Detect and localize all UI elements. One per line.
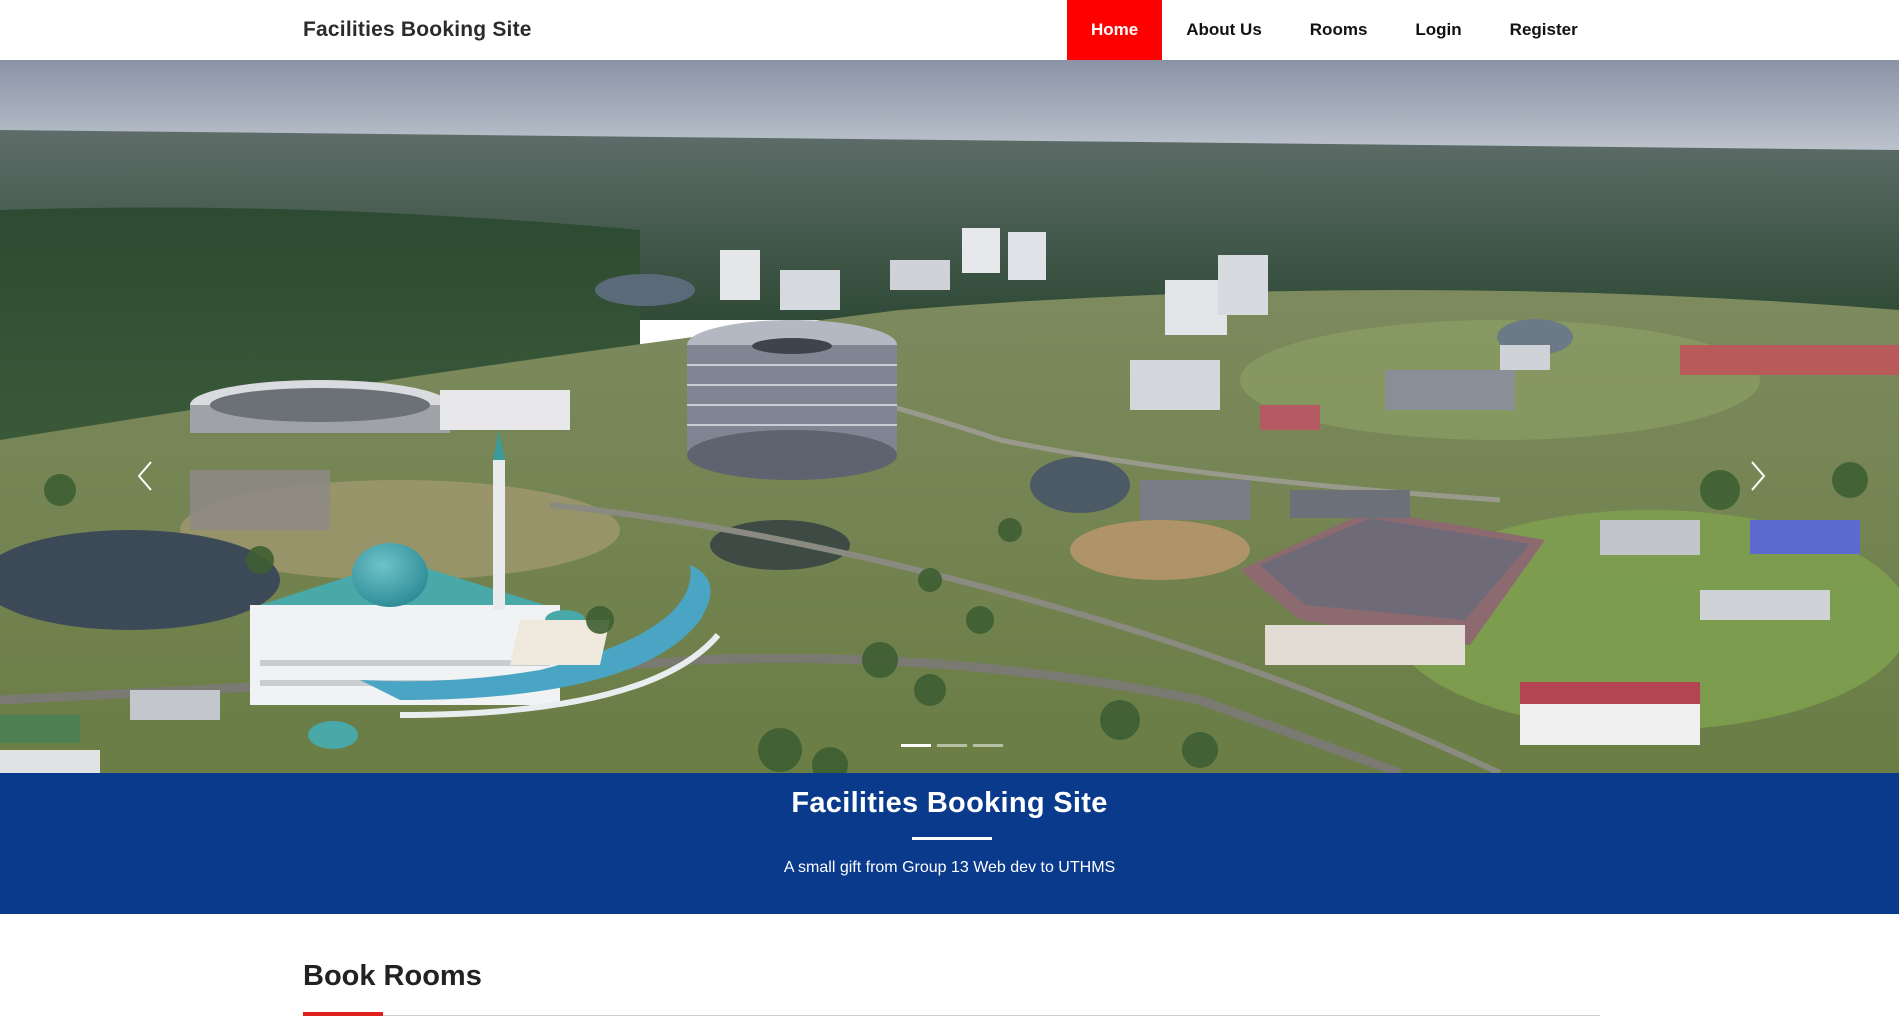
nav-item-register[interactable]: Register xyxy=(1486,0,1602,60)
carousel-indicator-2[interactable] xyxy=(936,744,967,747)
section-heading-book-rooms: Book Rooms xyxy=(303,960,482,992)
carousel-indicator-1[interactable] xyxy=(900,744,931,747)
hero-carousel xyxy=(0,60,1899,773)
chevron-right-icon xyxy=(1751,461,1766,491)
nav-item-about-us[interactable]: About Us xyxy=(1162,0,1286,60)
banner-divider xyxy=(912,837,992,840)
carousel-prev-button[interactable] xyxy=(125,450,165,502)
nav-item-home[interactable]: Home xyxy=(1067,0,1163,60)
nav-item-login[interactable]: Login xyxy=(1391,0,1485,60)
site-banner: Facilities Booking Site A small gift fro… xyxy=(0,773,1899,914)
banner-title: Facilities Booking Site xyxy=(791,787,1108,819)
nav-item-rooms[interactable]: Rooms xyxy=(1286,0,1392,60)
carousel-indicator-3[interactable] xyxy=(972,744,1003,747)
carousel-indicators xyxy=(0,744,1899,747)
section-accent-bar xyxy=(303,1012,383,1016)
section-divider xyxy=(303,1015,1600,1016)
banner-subtitle: A small gift from Group 13 Web dev to UT… xyxy=(783,859,1116,876)
brand-link[interactable]: Facilities Booking Site xyxy=(303,0,532,60)
nav-menu: Home About Us Rooms Login Register xyxy=(1067,0,1602,60)
carousel-next-button[interactable] xyxy=(1738,450,1778,502)
campus-aerial-image xyxy=(0,60,1899,773)
top-navbar: Facilities Booking Site Home About Us Ro… xyxy=(0,0,1899,60)
chevron-left-icon xyxy=(137,461,152,491)
